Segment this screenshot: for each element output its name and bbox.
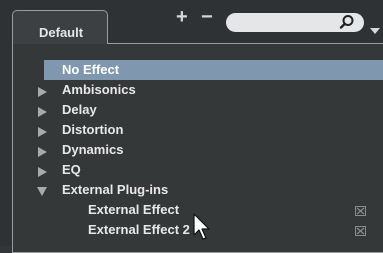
list-item-label: External Effect [88, 202, 180, 217]
list-item-label: External Plug-ins [62, 182, 169, 197]
tab-default-label: Default [39, 25, 84, 40]
caret-right-icon[interactable] [38, 85, 48, 100]
caret-right-icon[interactable] [38, 125, 48, 140]
external-plugin-icon [355, 204, 366, 219]
remove-button[interactable]: − [201, 7, 213, 27]
list-item-label: No Effect [62, 62, 120, 77]
list-item-label: Dynamics [62, 142, 124, 157]
list-item-external-plug-ins[interactable]: External Plug-ins [13, 180, 383, 200]
list-item-label: Distortion [62, 122, 124, 137]
effect-browser-window: Default + − No Effect Ambisonics Delay D… [0, 0, 383, 253]
add-button[interactable]: + [176, 7, 188, 27]
caret-right-icon[interactable] [38, 105, 48, 120]
caret-right-icon[interactable] [38, 145, 48, 160]
tab-default[interactable]: Default [12, 10, 108, 44]
list-item-no-effect[interactable]: No Effect [44, 60, 383, 80]
external-plugin-icon [355, 224, 366, 239]
chevron-down-icon[interactable] [370, 22, 380, 40]
caret-down-icon[interactable] [37, 185, 47, 200]
list-item-label: Ambisonics [62, 82, 136, 97]
mouse-cursor-icon [193, 213, 213, 246]
list-item-ambisonics[interactable]: Ambisonics [13, 80, 383, 100]
list-item-dynamics[interactable]: Dynamics [13, 140, 383, 160]
caret-right-icon[interactable] [38, 165, 48, 180]
list-item-label: External Effect 2 [88, 222, 190, 237]
list-item-label: Delay [62, 102, 97, 117]
list-item-label: EQ [62, 162, 81, 177]
search-icon[interactable] [339, 14, 355, 35]
search-input[interactable] [236, 15, 340, 32]
list-item-eq[interactable]: EQ [13, 160, 383, 180]
list-item-delay[interactable]: Delay [13, 100, 383, 120]
list-item-distortion[interactable]: Distortion [13, 120, 383, 140]
